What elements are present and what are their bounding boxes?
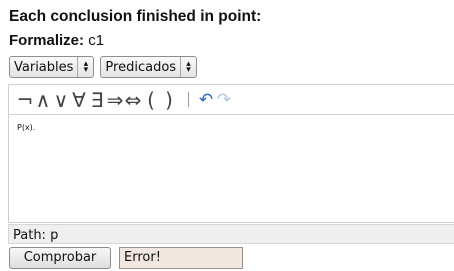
undo-icon[interactable]: ↶ bbox=[197, 90, 215, 110]
forall-button[interactable]: ∀ bbox=[70, 85, 88, 115]
redo-icon[interactable]: ↷ bbox=[215, 90, 233, 110]
formalize-value: c1 bbox=[88, 32, 105, 49]
or-button[interactable]: ∨ bbox=[52, 85, 70, 115]
and-button[interactable]: ∧ bbox=[34, 85, 52, 115]
close-paren-button[interactable]: ) bbox=[160, 85, 178, 115]
iff-button[interactable]: ⇔ bbox=[124, 85, 142, 115]
page-title: Each conclusion finished in point: bbox=[9, 8, 262, 25]
spinner-arrows-icon: ▴ ▾ bbox=[180, 57, 196, 77]
variables-select-label: Variables bbox=[14, 59, 74, 75]
select-group: Variables ▴ ▾ Predicados ▴ ▾ bbox=[9, 56, 198, 78]
toolbar-divider bbox=[188, 92, 189, 107]
predicados-select[interactable]: Predicados ▴ ▾ bbox=[100, 56, 198, 78]
result-field: Error! bbox=[119, 247, 243, 269]
open-paren-button[interactable]: ( bbox=[142, 85, 160, 115]
formalize-line: Formalize: c1 bbox=[9, 32, 104, 49]
formalize-label: Formalize: bbox=[9, 32, 85, 49]
negation-button[interactable]: ¬ bbox=[16, 85, 34, 115]
exists-button[interactable]: ∃ bbox=[88, 85, 106, 115]
spinner-arrows-icon: ▴ ▾ bbox=[77, 57, 93, 77]
formula-editor: ¬ ∧ ∨ ∀ ∃ ⇒ ⇔ ( ) ↶ ↷ P(x). bbox=[8, 84, 454, 223]
path-status-bar: Path: p bbox=[8, 224, 454, 244]
predicados-select-label: Predicados bbox=[105, 59, 177, 75]
editor-text-area[interactable]: P(x). bbox=[9, 115, 454, 132]
implies-button[interactable]: ⇒ bbox=[106, 85, 124, 115]
check-button[interactable]: Comprobar bbox=[9, 247, 111, 269]
variables-select[interactable]: Variables ▴ ▾ bbox=[9, 56, 95, 78]
symbol-toolbar: ¬ ∧ ∨ ∀ ∃ ⇒ ⇔ ( ) ↶ ↷ bbox=[9, 85, 454, 115]
